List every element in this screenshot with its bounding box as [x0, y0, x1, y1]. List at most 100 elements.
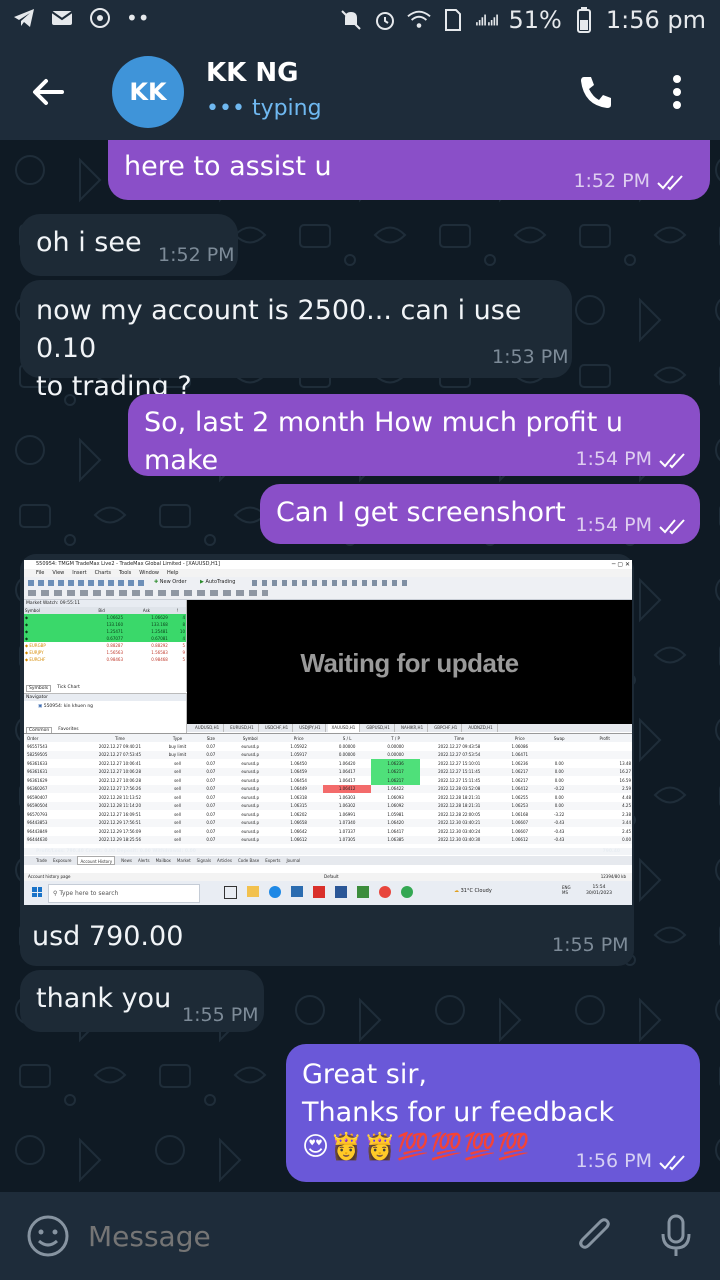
message-outgoing[interactable]: Can I get screenshort 1:54 PM: [260, 484, 700, 544]
chart-tab[interactable]: GBPUSD,H1: [362, 724, 395, 732]
terminal-tab[interactable]: Trade: [36, 856, 47, 865]
history-header-cell[interactable]: Price: [499, 734, 541, 742]
market-watch-row[interactable]: ◆ EURJPY 1.56563 1.56583 9: [24, 649, 186, 656]
menu-insert[interactable]: Insert: [72, 569, 86, 577]
history-row[interactable]: 96557543 2022.12.27 09:40:21 buy limit 0.07…: [26, 742, 632, 751]
chart-tab[interactable]: AUDUSD,H1: [191, 724, 225, 732]
message-outgoing[interactable]: So, last 2 month How much profit u make …: [128, 394, 700, 476]
history-header-cell[interactable]: Symbol: [226, 734, 274, 742]
menu-tools[interactable]: Tools: [119, 569, 131, 577]
history-row[interactable]: 96361629 2022.12.27 10:06:28 sell 0.07 eurus…: [26, 776, 632, 785]
history-header-cell[interactable]: Time: [420, 734, 499, 742]
market-watch-row[interactable]: ◆ 133.160 133.168 8: [24, 621, 186, 628]
menu-charts[interactable]: Charts: [95, 569, 111, 577]
terminal-tab[interactable]: Signals: [197, 856, 211, 865]
message-incoming[interactable]: oh i see 1:52 PM: [20, 214, 238, 276]
navigator-account[interactable]: ▣ 550954: kin khuen ng: [24, 704, 186, 709]
avatar[interactable]: KK: [112, 56, 184, 128]
history-row[interactable]: 96444630 2022.12.29 18:25:56 sell 0.07 eurus…: [26, 835, 632, 844]
market-watch-row[interactable]: ◆ EURCHF 0.98463 0.98468 5: [24, 656, 186, 663]
message-outgoing[interactable]: here to assist u 1:52 PM: [108, 140, 710, 200]
menu-file[interactable]: File: [36, 569, 44, 577]
store-icon[interactable]: [291, 886, 303, 897]
history-cell: 1.06417: [387, 828, 404, 834]
emoji-icon[interactable]: [26, 1214, 70, 1258]
message-input[interactable]: [88, 1214, 548, 1258]
shared-screenshot-image[interactable]: 550954: TMGM TradeMax Live2 - TradeMax G…: [24, 560, 632, 905]
terminal-tab[interactable]: Code Base: [238, 856, 259, 865]
history-header-cell[interactable]: Size: [196, 734, 226, 742]
history-header-cell[interactable]: S / L: [323, 734, 371, 742]
terminal-tab[interactable]: Articles: [217, 856, 232, 865]
market-watch-row[interactable]: ◆ EURGBP 0.88287 0.88292 5: [24, 642, 186, 649]
mt4-icon[interactable]: [357, 886, 369, 898]
history-row[interactable]: 96360267 2022.12.27 17:56:26 sell 0.07 eurus…: [26, 784, 632, 793]
chart-tab[interactable]: XAUUSD,H1: [327, 724, 361, 732]
chart-tab[interactable]: GBPCHF,H1: [430, 724, 463, 732]
history-row[interactable]: 96361633 2022.12.27 10:06:41 sell 0.07 eurus…: [26, 759, 632, 768]
history-row[interactable]: 58259505 2022.12.27 07:53:45 buy limit 0.07…: [26, 750, 632, 759]
tab-tick-chart[interactable]: Tick Chart: [57, 685, 80, 692]
back-arrow-icon[interactable]: [28, 72, 68, 112]
chart-window[interactable]: Waiting for update: [187, 600, 632, 724]
market-watch-row[interactable]: ◆ 1.25471 1.25481 10: [24, 628, 186, 635]
market-watch-row[interactable]: ◆ 0.67077 0.67081 4: [24, 635, 186, 642]
history-cell: 96361629: [27, 777, 48, 783]
history-cell: 1.06303: [338, 794, 356, 800]
history-row[interactable]: 96590504 2022.12.28 11:14:20 sell 0.07 eurus…: [26, 801, 632, 810]
history-header-cell[interactable]: Swap: [541, 734, 577, 742]
message-incoming[interactable]: now my account is 2500... can i use 0.10…: [20, 280, 572, 402]
history-row[interactable]: 96590407 2022.12.28 11:13:52 sell 0.07 eurus…: [26, 793, 632, 802]
chart-tab[interactable]: USDCHF,H1: [261, 724, 294, 732]
task-view-icon[interactable]: [224, 886, 237, 899]
chrome-profile-icon[interactable]: [401, 886, 413, 898]
history-row[interactable]: 96570793 2022.12.27 16:09:51 sell 0.07 eurus…: [26, 810, 632, 819]
contact-name[interactable]: KK NG: [206, 58, 298, 88]
history-header-cell[interactable]: Type: [159, 734, 195, 742]
message-outgoing[interactable]: Great sir, Thanks for ur feedback 😍👸👸💯💯💯…: [286, 1044, 700, 1182]
terminal-tab[interactable]: Market: [177, 856, 191, 865]
terminal-tab[interactable]: Alerts: [138, 856, 150, 865]
tab-symbols[interactable]: Symbols: [26, 685, 52, 692]
terminal-tab[interactable]: News: [121, 856, 132, 865]
history-row[interactable]: 96443849 2022.12.29 17:56:09 sell 0.07 eurus…: [26, 827, 632, 836]
chart-tab[interactable]: AUDNZD,H1: [464, 724, 498, 732]
chat-area[interactable]: here to assist u 1:52 PM oh i see 1:52 P…: [0, 140, 720, 1192]
microphone-icon[interactable]: [656, 1212, 696, 1260]
new-order-button[interactable]: ✚ New Order: [154, 579, 187, 585]
message-incoming[interactable]: thank you 1:55 PM: [20, 970, 264, 1032]
taskbar-clock[interactable]: 15:54 30/01/2023: [586, 885, 612, 897]
word-icon[interactable]: [335, 886, 347, 898]
windows-start-icon[interactable]: [32, 887, 42, 897]
history-header-cell[interactable]: Time: [81, 734, 160, 742]
terminal-tab[interactable]: Mailbox: [156, 856, 171, 865]
edge-icon[interactable]: [269, 886, 281, 898]
menu-window[interactable]: Window: [139, 569, 159, 577]
taskbar-weather[interactable]: ☁ 31°C Cloudy: [454, 888, 492, 894]
market-watch-row[interactable]: ◆ 1.06625 1.06629 4: [24, 614, 186, 621]
history-cell: 96361631: [27, 769, 48, 775]
chart-tab[interactable]: EURUSD,H1: [226, 724, 259, 732]
terminal-tab[interactable]: Account History: [77, 856, 116, 865]
app-icon[interactable]: [313, 886, 325, 898]
chrome-icon[interactable]: [379, 886, 391, 898]
autotrading-button[interactable]: ▶ AutoTrading: [200, 579, 235, 585]
more-options-icon[interactable]: [662, 70, 692, 114]
terminal-tab[interactable]: Exposure: [53, 856, 72, 865]
file-explorer-icon[interactable]: [247, 886, 259, 897]
chart-tab[interactable]: USDJPY,H1: [295, 724, 326, 732]
history-row[interactable]: 96443853 2022.12.29 17:56:51 sell 0.07 eurus…: [26, 818, 632, 827]
chart-tab[interactable]: NAHIKR,H1: [397, 724, 429, 732]
terminal-tab[interactable]: Experts: [265, 856, 280, 865]
history-row[interactable]: 96361631 2022.12.27 10:06:28 sell 0.07 eurus…: [26, 767, 632, 776]
attach-icon[interactable]: [574, 1214, 614, 1258]
menu-help[interactable]: Help: [167, 569, 178, 577]
history-header-cell[interactable]: T / P: [371, 734, 419, 742]
phone-icon[interactable]: [576, 72, 616, 112]
history-header-cell[interactable]: Order: [26, 734, 81, 742]
terminal-tab[interactable]: Journal: [286, 856, 300, 865]
menu-view[interactable]: View: [52, 569, 64, 577]
history-header-cell[interactable]: Price: [274, 734, 322, 742]
taskbar-search-box[interactable]: ⚲ Type here to search: [48, 884, 200, 903]
history-header-cell[interactable]: Profit: [577, 734, 632, 742]
